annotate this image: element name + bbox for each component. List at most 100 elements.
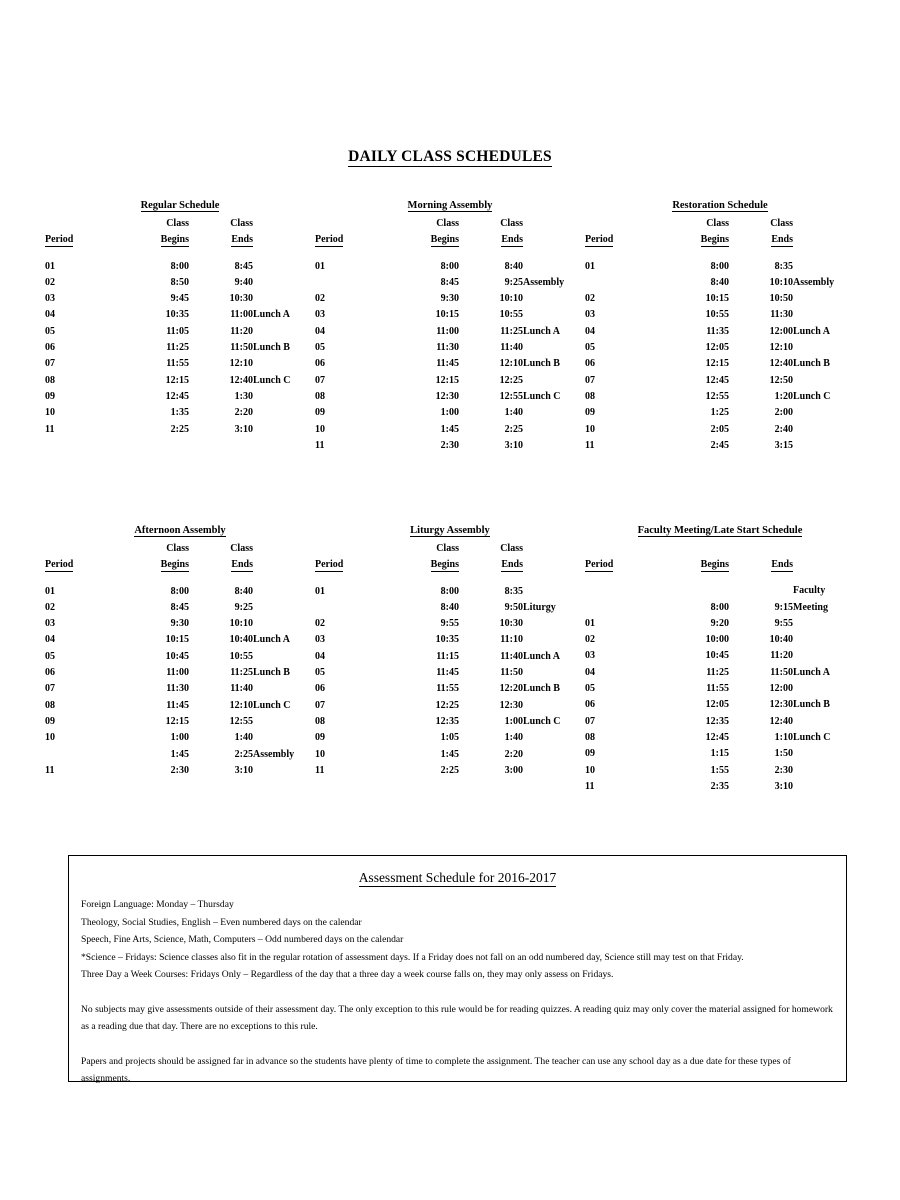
cell-note: Lunch C bbox=[793, 390, 831, 402]
table-row: 07 11:30 11:40 bbox=[45, 681, 315, 697]
cell-period: 10 bbox=[585, 764, 595, 776]
cell-note: Assembly bbox=[253, 748, 295, 760]
cell-note bbox=[793, 779, 855, 795]
cell-note: Lunch A bbox=[253, 309, 290, 321]
cell-note bbox=[253, 681, 315, 697]
cell-begins: 12:05 bbox=[705, 342, 729, 354]
column-header-ends: Ends bbox=[729, 232, 793, 248]
cell-ends: 11:40 bbox=[500, 650, 523, 662]
table-row: 04 11:15 11:40 Lunch A bbox=[315, 649, 585, 665]
cell-begins: 8:50 bbox=[170, 276, 189, 288]
header-class-text: Class bbox=[436, 218, 459, 229]
cell-period: 11 bbox=[315, 764, 325, 776]
cell-ends: 11:50 bbox=[230, 342, 253, 354]
cell-begins: 2:30 bbox=[440, 439, 459, 451]
cell-ends: 10:10 bbox=[769, 276, 793, 288]
cell-ends: 11:00 bbox=[230, 309, 253, 321]
cell-ends: 2:20 bbox=[234, 407, 253, 419]
cell-begins: 10:45 bbox=[165, 650, 189, 662]
cell-ends: 9:25 bbox=[504, 276, 523, 288]
cell-note: Lunch C bbox=[253, 699, 291, 711]
schedule-title: Restoration Schedule bbox=[585, 200, 855, 214]
table-row: 02 8:45 9:25 bbox=[45, 600, 315, 616]
schedules-row-bottom: Afternoon Assembly Class Class Period Begins… bbox=[0, 525, 900, 795]
cell-begins: 12:05 bbox=[705, 699, 729, 711]
cell-period: 03 bbox=[315, 634, 325, 646]
schedule-title-text: Morning Assembly bbox=[407, 200, 493, 212]
table-row: 08 12:35 1:00 Lunch C bbox=[315, 714, 585, 730]
cell-note: Lunch C bbox=[523, 390, 561, 402]
table-row: 05 11:55 12:00 bbox=[585, 681, 855, 697]
header-spacer bbox=[523, 216, 585, 232]
cell-begins: 2:05 bbox=[710, 423, 729, 435]
cell-note: Lunch A bbox=[793, 325, 830, 337]
cell-period: 01 bbox=[585, 617, 595, 629]
cell-period: 07 bbox=[45, 358, 55, 370]
schedule-table: Class Class Period Begins Ends 01 8:00 8:35 8:40… bbox=[315, 541, 585, 779]
header-class-text: Class bbox=[166, 218, 189, 229]
cell-note bbox=[253, 356, 315, 372]
cell-begins: 1:45 bbox=[440, 423, 459, 435]
schedule-block-restoration-schedule: Restoration Schedule Class Class Period Begi… bbox=[585, 200, 855, 454]
cell-ends: 11:40 bbox=[230, 683, 253, 695]
column-header-begins: Begins bbox=[117, 557, 189, 573]
table-row: 09 1:25 2:00 bbox=[585, 405, 855, 421]
cell-period: 06 bbox=[45, 667, 55, 679]
column-header-begins: Begins bbox=[117, 232, 189, 248]
cell-ends: 12:10 bbox=[499, 358, 523, 370]
cell-ends: 12:00 bbox=[769, 325, 793, 337]
cell-begins: 11:05 bbox=[166, 325, 189, 337]
cell-period: 03 bbox=[315, 309, 325, 321]
cell-period: 09 bbox=[315, 732, 325, 744]
cell-period: 05 bbox=[45, 325, 55, 337]
cell-begins: 12:15 bbox=[165, 715, 189, 727]
cell-note bbox=[793, 307, 855, 323]
table-spacer-row bbox=[45, 574, 315, 584]
table-row: 11 2:35 3:10 bbox=[585, 779, 855, 795]
assessment-paragraph: No subjects may give assessments outside… bbox=[81, 1003, 833, 1033]
header-class-text: Class bbox=[770, 218, 793, 229]
cell-ends: 10:40 bbox=[229, 634, 253, 646]
cell-period: 07 bbox=[315, 374, 325, 386]
cell-period: 05 bbox=[315, 667, 325, 679]
cell-note: Lunch C bbox=[793, 731, 831, 743]
schedule-table: Class Class Period Begins Ends 01 8:00 8:40 02 8:… bbox=[45, 541, 315, 779]
table-row: 05 11:45 11:50 bbox=[315, 665, 585, 681]
cell-period: 08 bbox=[315, 715, 325, 727]
table-row: 09 1:05 1:40 bbox=[315, 730, 585, 746]
cell-begins: 8:45 bbox=[170, 601, 189, 613]
cell-ends: 8:40 bbox=[504, 260, 523, 272]
column-header-note bbox=[523, 557, 585, 573]
cell-note bbox=[253, 714, 315, 730]
column-header-ends: Ends bbox=[189, 232, 253, 248]
cell-period: 09 bbox=[585, 748, 595, 760]
table-row: 08 12:30 12:55 Lunch C bbox=[315, 389, 585, 405]
column-header-ends-text: Ends bbox=[231, 559, 253, 573]
cell-period: 08 bbox=[585, 731, 595, 743]
cell-note bbox=[523, 373, 585, 389]
header-class-text: Class bbox=[166, 543, 189, 554]
cell-period: 02 bbox=[45, 276, 55, 288]
cell-begins: 10:15 bbox=[435, 309, 459, 321]
table-spacer-cell bbox=[45, 249, 315, 259]
header-class-ends-word: Class bbox=[189, 216, 253, 232]
assessment-title-text: Assessment Schedule for 2016-2017 bbox=[358, 870, 557, 887]
cell-note bbox=[253, 763, 315, 779]
table-spacer-cell bbox=[585, 573, 855, 583]
header-class-begins-word: Class bbox=[387, 541, 459, 557]
cell-begins: 1:00 bbox=[170, 732, 189, 744]
cell-ends: 10:10 bbox=[229, 618, 253, 630]
schedule-header-row-class: Class Class bbox=[315, 216, 585, 232]
table-spacer-row bbox=[45, 249, 315, 259]
column-header-begins-text: Begins bbox=[160, 559, 189, 573]
cell-note: Lunch B bbox=[253, 667, 290, 679]
column-header-period-text: Period bbox=[45, 234, 74, 248]
cell-ends: 2:00 bbox=[774, 407, 793, 419]
schedule-header-row-class: Class Class bbox=[315, 541, 585, 557]
cell-ends: 11:30 bbox=[770, 309, 793, 321]
cell-ends: 2:40 bbox=[774, 423, 793, 435]
cell-ends: 11:25 bbox=[230, 667, 253, 679]
header-class-begins-word: Class bbox=[117, 541, 189, 557]
table-row: 04 11:35 12:00 Lunch A bbox=[585, 324, 855, 340]
cell-period bbox=[585, 275, 657, 291]
